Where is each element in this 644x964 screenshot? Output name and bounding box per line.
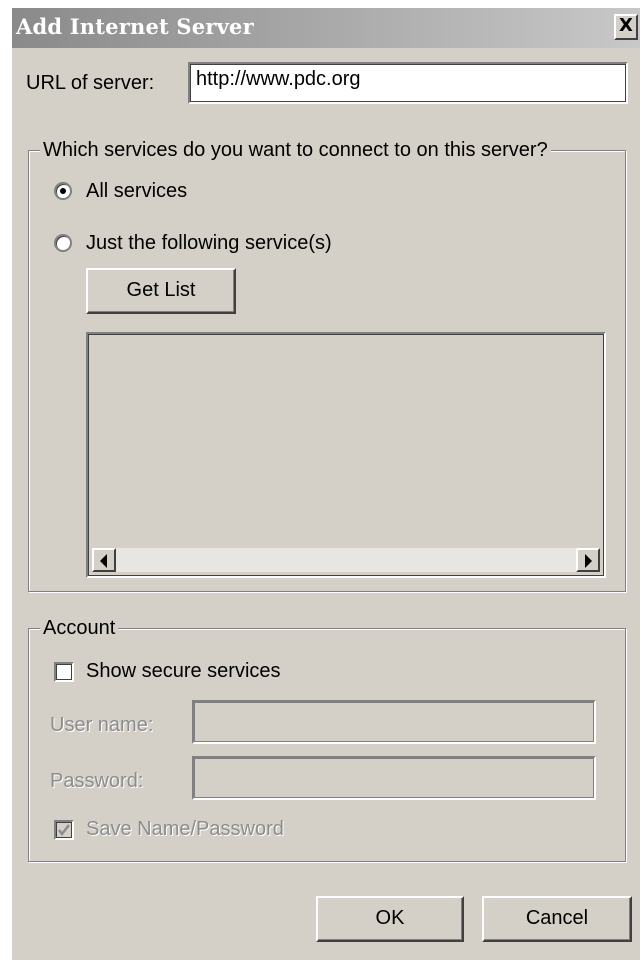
ok-button[interactable]: OK [316,896,464,942]
user-name-input[interactable] [192,700,596,744]
radio-specific-services[interactable] [54,234,72,252]
arrow-left-icon [100,554,107,568]
horizontal-scrollbar[interactable] [92,548,600,572]
services-listbox[interactable] [86,332,606,578]
account-group-caption: Account [40,617,119,640]
window-title: Add Internet Server [16,14,254,39]
all-services-label[interactable]: All services [86,180,187,203]
services-group-caption: Which services do you want to connect to… [40,139,551,162]
url-input[interactable]: http://www.pdc.org [188,62,628,104]
checkmark-icon [58,824,70,837]
scroll-left-button[interactable] [92,548,116,572]
scroll-right-button[interactable] [576,548,600,572]
radio-selected-dot [60,188,66,194]
url-label: URL of server: [26,72,155,94]
specific-services-label[interactable]: Just the following service(s) [86,232,332,255]
get-list-button[interactable]: Get List [86,268,236,314]
cancel-button[interactable]: Cancel [482,896,632,942]
save-password-checkbox[interactable] [54,820,74,840]
show-secure-checkbox[interactable] [54,662,74,682]
show-secure-label[interactable]: Show secure services [86,660,281,683]
user-name-label: User name: [50,714,154,736]
title-bar[interactable]: Add Internet Server X [12,8,640,48]
arrow-right-icon [585,554,592,568]
password-label: Password: [50,770,144,792]
add-internet-server-dialog: Add Internet Server X URL of server: htt… [12,8,640,960]
radio-all-services[interactable] [54,182,72,200]
save-password-label: Save Name/Password [86,818,284,840]
close-icon[interactable]: X [614,14,638,40]
password-input[interactable] [192,756,596,800]
